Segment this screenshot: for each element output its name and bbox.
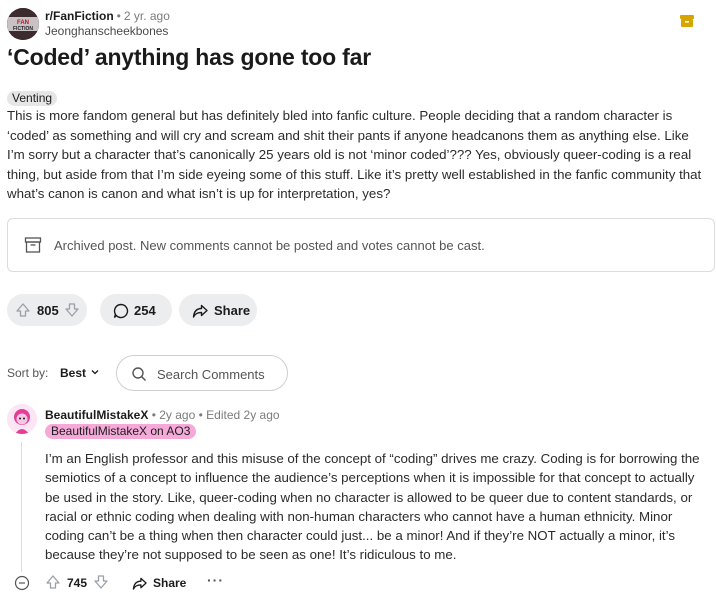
comment-share-button[interactable]: Share bbox=[132, 574, 186, 592]
share-label: Share bbox=[214, 303, 251, 318]
sort-label: Sort by: bbox=[7, 366, 49, 380]
comment-sort-bar: Sort by: Best bbox=[7, 355, 297, 391]
upvote-icon[interactable] bbox=[15, 302, 31, 318]
comments-button[interactable]: 254 bbox=[100, 294, 172, 326]
avatar[interactable] bbox=[7, 404, 37, 434]
post-body: This is more fandom general but has defi… bbox=[7, 108, 702, 202]
post-author[interactable]: Jeonghanscheekbones bbox=[45, 24, 170, 39]
vote-control: 805 bbox=[7, 294, 87, 326]
comment-author[interactable]: BeautifulMistakeX bbox=[45, 408, 148, 422]
downvote-icon[interactable] bbox=[93, 574, 109, 590]
svg-text:FICTION: FICTION bbox=[13, 26, 33, 32]
sort-dropdown[interactable]: Best bbox=[60, 366, 86, 380]
thread-line[interactable] bbox=[21, 442, 22, 572]
chevron-down-icon[interactable] bbox=[90, 367, 100, 377]
search-input[interactable] bbox=[157, 365, 283, 383]
upvote-icon[interactable] bbox=[45, 574, 61, 590]
share-arrow-icon bbox=[132, 577, 147, 590]
post-time: 2 yr. ago bbox=[123, 9, 170, 23]
post-meta: r/FanFiction • 2 yr. ago Jeonghanscheekbon… bbox=[45, 9, 170, 39]
collapse-icon[interactable] bbox=[14, 575, 30, 591]
avatar-icon bbox=[7, 404, 37, 434]
archived-notice-text: Archived post. New comments cannot be po… bbox=[54, 238, 485, 253]
vote-count: 805 bbox=[37, 303, 59, 318]
comment-time: 2y ago bbox=[159, 408, 196, 422]
search-icon bbox=[132, 367, 147, 382]
subreddit-name[interactable]: r/FanFiction bbox=[45, 9, 114, 23]
comment-body: I’m an English professor and this misuse… bbox=[45, 451, 700, 563]
archived-notice: Archived post. New comments cannot be po… bbox=[7, 218, 715, 272]
comment-vote-count: 745 bbox=[67, 576, 88, 590]
post-title: ‘Coded’ anything has gone too far bbox=[7, 44, 371, 70]
post-header: FAN FICTION r/FanFiction • 2 yr. ago Jeong… bbox=[7, 8, 709, 42]
comment-action-bar: 745 Share ··· bbox=[7, 572, 247, 592]
comment-bubble-icon bbox=[113, 303, 129, 319]
comment-count: 254 bbox=[134, 303, 156, 318]
comment-meta: BeautifulMistakeX • 2y ago • Edited 2y a… bbox=[45, 408, 280, 422]
share-arrow-icon bbox=[192, 304, 208, 318]
share-button[interactable]: Share bbox=[179, 294, 257, 326]
post-flair[interactable]: Venting bbox=[7, 91, 58, 106]
subreddit-avatar[interactable]: FAN FICTION bbox=[7, 8, 39, 40]
search-comments[interactable] bbox=[116, 355, 288, 391]
archive-box-icon bbox=[24, 237, 42, 253]
more-icon[interactable]: ··· bbox=[207, 572, 224, 588]
comment-edited: Edited 2y ago bbox=[206, 408, 280, 422]
comment: BeautifulMistakeX • 2y ago • Edited 2y a… bbox=[7, 404, 712, 592]
subreddit-logo-icon: FAN FICTION bbox=[7, 8, 39, 40]
comment-share-label: Share bbox=[153, 576, 187, 590]
archive-box-icon[interactable] bbox=[679, 13, 695, 29]
downvote-icon[interactable] bbox=[64, 302, 80, 318]
user-flair[interactable]: BeautifulMistakeX on AO3 bbox=[45, 424, 197, 439]
